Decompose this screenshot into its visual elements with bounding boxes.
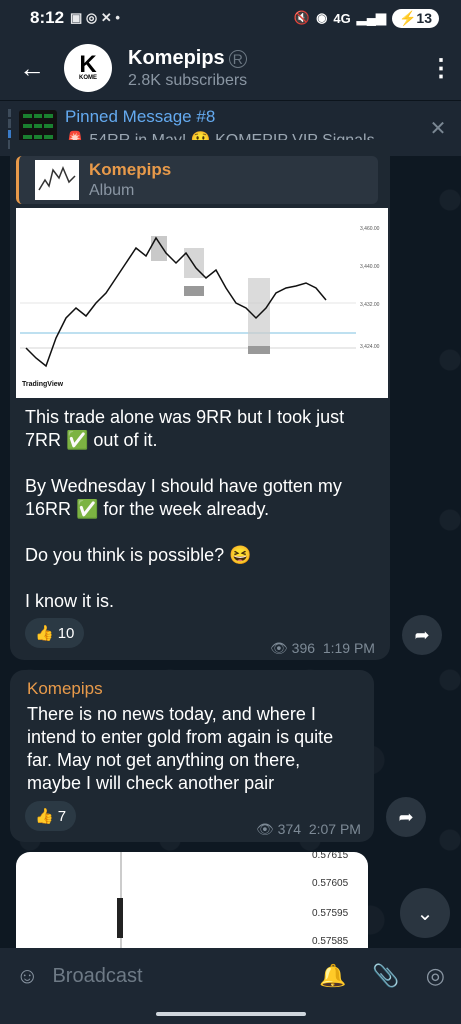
chart2-drawing: 0.57615 0.57605 0.57595 0.57585: [117, 852, 349, 948]
reaction-thumbs-up[interactable]: 👍 7: [25, 801, 77, 831]
subscriber-count: 2.8K subscribers: [128, 71, 248, 89]
reply-preview[interactable]: Komepips Album: [16, 156, 378, 204]
chart-drawing: 3,460.00 3,440.00 3,432.00 3,424.00 Trad…: [20, 226, 380, 388]
svg-text:3,432.00: 3,432.00: [360, 302, 380, 308]
view-count: 374: [277, 821, 302, 837]
camera-icon[interactable]: ◎: [426, 963, 445, 989]
reply-thumbnail: [35, 160, 79, 200]
network-label: 4G: [333, 10, 351, 26]
forward-icon[interactable]: ➦: [386, 797, 426, 837]
channel-avatar[interactable]: K KOME: [64, 44, 112, 92]
thumbs-up-icon: 👍: [35, 625, 54, 642]
message-composer: ☺ 🔔 📎 ◎: [0, 948, 461, 1004]
broadcast-input[interactable]: [52, 964, 319, 988]
svg-text:0.57595: 0.57595: [312, 908, 349, 919]
message-text: This trade alone was 9RR but I took just…: [25, 407, 345, 611]
message-time: 1:19 PM: [322, 640, 375, 656]
svg-text:TradingView: TradingView: [22, 381, 64, 388]
hotspot-icon: ◉: [316, 10, 328, 25]
trading-chart-image[interactable]: 3,460.00 3,440.00 3,432.00 3,424.00 Trad…: [16, 208, 388, 398]
battery-indicator: ⚡13: [391, 8, 439, 28]
back-arrow-icon[interactable]: ←: [0, 53, 64, 84]
bell-icon[interactable]: 🔔: [319, 963, 346, 989]
pinned-title: Pinned Message #8: [65, 107, 216, 126]
more-menu-icon[interactable]: ⋮: [421, 54, 461, 83]
chat-header: ← K KOME Komepips R 2.8K subscribers ⋮: [0, 36, 461, 100]
message-sender: Komepips: [27, 679, 103, 698]
gesture-bar: [0, 1004, 461, 1024]
mute-icon: 🔇: [293, 10, 311, 25]
svg-text:3,440.00: 3,440.00: [360, 264, 380, 270]
message-time: 2:07 PM: [308, 821, 361, 837]
unpin-icon[interactable]: ✕: [415, 116, 461, 141]
message-meta: 👁 396 1:19 PM: [270, 640, 375, 657]
forex-chart-image[interactable]: 0.57615 0.57605 0.57595 0.57585: [16, 852, 368, 948]
message-text: There is no news today, and where I inte…: [27, 704, 334, 793]
reaction-count: 10: [57, 624, 75, 642]
view-count: 396: [291, 640, 316, 656]
svg-text:0.57615: 0.57615: [312, 852, 349, 861]
reaction-count: 7: [57, 807, 67, 825]
reaction-thumbs-up[interactable]: 👍 10: [25, 618, 85, 648]
attach-icon[interactable]: 📎: [372, 963, 399, 989]
svg-text:3,424.00: 3,424.00: [360, 344, 380, 350]
forward-icon[interactable]: ➦: [402, 615, 442, 655]
svg-text:0.57605: 0.57605: [312, 878, 349, 889]
reply-sender: Komepips: [89, 160, 172, 179]
reply-subtitle: Album: [89, 182, 135, 199]
channel-info[interactable]: Komepips R 2.8K subscribers: [128, 47, 421, 90]
signal-icon: ▂▄▆: [356, 10, 386, 25]
notification-icons: ▣ ◎ ✕ •: [70, 10, 120, 25]
registered-icon: R: [228, 49, 247, 68]
svg-text:0.57585: 0.57585: [312, 936, 349, 947]
channel-title: Komepips: [128, 46, 225, 69]
emoji-icon[interactable]: ☺: [16, 963, 38, 989]
views-icon: 👁: [256, 821, 274, 837]
scroll-down-icon[interactable]: ⌄: [400, 888, 450, 938]
clock: 8:12: [30, 8, 65, 27]
status-bar: 8:12 ▣ ◎ ✕ • 🔇 ◉ 4G ▂▄▆ ⚡13: [0, 0, 461, 36]
message-meta: 👁 374 2:07 PM: [256, 821, 361, 838]
thumbs-up-icon: 👍: [35, 808, 54, 825]
views-icon: 👁: [270, 640, 288, 656]
svg-text:3,460.00: 3,460.00: [360, 226, 380, 232]
